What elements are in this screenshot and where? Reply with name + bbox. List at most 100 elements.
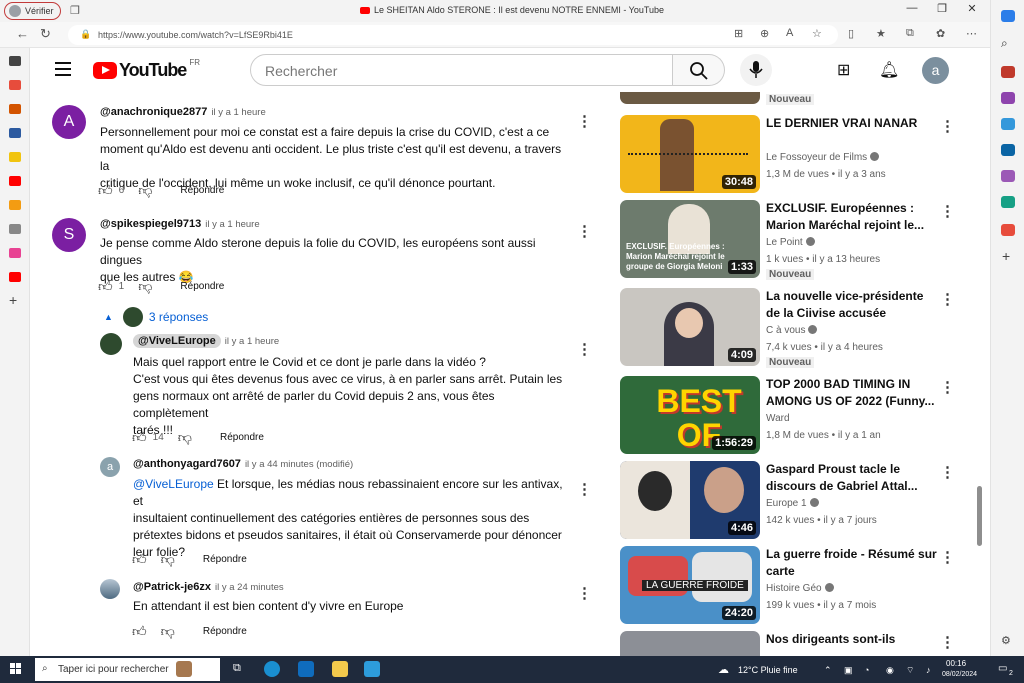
clock-time[interactable]: 00:16 [946, 659, 966, 668]
drop-icon[interactable] [1001, 196, 1015, 208]
video-menu-icon[interactable]: ⋮ [940, 548, 955, 566]
refresh-icon[interactable]: ↻ [40, 26, 51, 42]
reply-button[interactable]: Répondre [203, 554, 247, 565]
video-menu-icon[interactable]: ⋮ [940, 202, 955, 220]
store-icon[interactable] [364, 661, 380, 677]
video-title[interactable]: La nouvelle vice-présidente de la Ciivis… [766, 288, 938, 322]
comment-author[interactable]: @anachronique2877 il y a 1 heure [100, 106, 266, 118]
comment-menu-icon[interactable]: ⋮ [577, 340, 592, 358]
replies-toggle[interactable]: ▲ 3 réponses [104, 307, 208, 327]
dislike-icon[interactable]: 👎︎ [138, 182, 152, 199]
extensions-icon[interactable]: ✿ [936, 27, 945, 40]
close-button[interactable]: ✕ [958, 2, 986, 15]
dislike-icon[interactable]: 👎︎ [138, 278, 152, 295]
tab-icon[interactable] [9, 224, 21, 234]
video-title[interactable]: TOP 2000 BAD TIMING IN AMONG US OF 2022 … [766, 376, 938, 410]
video-thumbnail[interactable] [620, 92, 760, 104]
tab-icon[interactable] [9, 80, 21, 90]
video-thumbnail[interactable]: LA GUERRE FROIDE 24:20 [620, 546, 760, 624]
like-icon[interactable]: 👍︎ [98, 278, 113, 295]
favorite-star-icon[interactable]: ☆ [812, 27, 822, 40]
games-icon[interactable] [1001, 118, 1015, 130]
mention-link[interactable]: @ViveLEurope [133, 477, 214, 491]
video-thumbnail[interactable] [620, 631, 760, 656]
tab-icon[interactable] [9, 176, 21, 186]
split-screen-icon[interactable]: ▯ [848, 27, 854, 40]
new-tab-icon[interactable]: + [9, 292, 17, 308]
comment-menu-icon[interactable]: ⋮ [577, 222, 592, 240]
tab-icon[interactable] [9, 104, 21, 114]
dislike-icon[interactable]: 👎︎ [178, 429, 192, 446]
search-button[interactable] [673, 54, 725, 86]
mail-icon[interactable] [298, 661, 314, 677]
list-item[interactable]: Nouveau [620, 92, 990, 108]
taskbar-search-input[interactable]: ⌕ Taper ici pour rechercher [35, 658, 220, 681]
back-icon[interactable]: ← [16, 26, 29, 41]
video-thumbnail[interactable]: EXCLUSIF. Européennes : Marion Maréchal … [620, 200, 760, 278]
avatar[interactable] [100, 333, 122, 355]
zoom-icon[interactable]: ⊕ [760, 27, 769, 40]
video-menu-icon[interactable]: ⋮ [940, 117, 955, 135]
dislike-icon[interactable]: 👎︎ [161, 551, 175, 568]
video-title[interactable]: LE DERNIER VRAI NANAR [766, 115, 938, 132]
shopping-icon[interactable] [1001, 66, 1015, 78]
windows-start-icon[interactable] [10, 663, 22, 675]
comment-menu-icon[interactable]: ⋮ [577, 584, 592, 602]
comment-author[interactable]: @anthonyagard7607 il y a 44 minutes (modi… [133, 458, 353, 470]
avatar[interactable]: a [100, 457, 120, 477]
tray-app-icon[interactable]: ◔ [864, 665, 869, 675]
video-thumbnail[interactable]: 4:46 [620, 461, 760, 539]
list-item[interactable]: BEST OF 2022 1:56:29 TOP 2000 BAD TIMING… [620, 376, 990, 454]
reply-button[interactable]: Répondre [203, 626, 247, 637]
voice-search-button[interactable] [740, 54, 772, 86]
list-item[interactable]: 4:46 Gaspard Proust tacle le discours de… [620, 461, 990, 539]
app-icon[interactable]: ⊞ [734, 27, 743, 40]
list-item[interactable]: 4:09 La nouvelle vice-présidente de la C… [620, 288, 990, 368]
video-title[interactable]: Gaspard Proust tacle le discours de Gabr… [766, 461, 938, 495]
like-icon[interactable]: 👍︎ [98, 182, 113, 199]
video-thumbnail[interactable]: BEST OF 2022 1:56:29 [620, 376, 760, 454]
outlook-icon[interactable] [1001, 144, 1015, 156]
minimize-button[interactable]: — [898, 2, 926, 14]
video-menu-icon[interactable]: ⋮ [940, 378, 955, 396]
favorites-icon[interactable]: ★ [876, 27, 886, 40]
avatar[interactable] [100, 579, 120, 599]
volume-icon[interactable]: ♪ [926, 665, 931, 675]
tab-icon[interactable] [9, 152, 21, 162]
tray-chevron-icon[interactable]: ⌃ [824, 665, 832, 676]
create-video-icon[interactable]: ⊞ [837, 60, 850, 80]
comment-menu-icon[interactable]: ⋮ [577, 480, 592, 498]
list-item[interactable]: LA GUERRE FROIDE 24:20 La guerre froide … [620, 546, 990, 624]
search-input[interactable]: Rechercher [250, 54, 673, 86]
comment-menu-icon[interactable]: ⋮ [577, 112, 592, 130]
like-icon[interactable]: 👍︎ [132, 429, 147, 446]
video-menu-icon[interactable]: ⋮ [940, 633, 955, 651]
tab-icon[interactable] [9, 56, 21, 66]
youtube-logo[interactable]: YouTube FR [93, 58, 200, 81]
avatar[interactable]: S [52, 218, 86, 252]
video-thumbnail[interactable]: 30:48 [620, 115, 760, 193]
video-menu-icon[interactable]: ⋮ [940, 290, 955, 308]
wifi-icon[interactable]: ⌔ [906, 665, 914, 676]
add-sidebar-app-icon[interactable]: + [1002, 248, 1010, 264]
like-icon[interactable]: 👍︎ [132, 551, 147, 568]
video-thumbnail[interactable]: 4:09 [620, 288, 760, 366]
edge-taskbar-icon[interactable] [264, 661, 280, 677]
url-field[interactable]: 🔒 https://www.youtube.com/watch?v=LfSE9R… [68, 25, 838, 45]
list-item[interactable]: 30:48 LE DERNIER VRAI NANAR Le Fossoyeur… [620, 115, 990, 193]
tab-icon[interactable] [9, 128, 21, 138]
more-menu-icon[interactable]: ⋯ [966, 27, 977, 40]
copilot-icon[interactable] [1001, 10, 1015, 22]
scrollbar-thumb[interactable] [977, 486, 982, 546]
reply-button[interactable]: Répondre [180, 185, 224, 196]
sidebar-settings-icon[interactable]: ⚙ [1001, 634, 1011, 647]
maximize-button[interactable]: ❐ [928, 2, 956, 15]
channel-name[interactable]: C à vous [766, 325, 818, 336]
channel-name[interactable]: Ward [766, 413, 790, 424]
file-explorer-icon[interactable] [332, 661, 348, 677]
video-title[interactable]: La guerre froide - Résumé sur carte [766, 546, 938, 580]
video-title[interactable]: EXCLUSIF. Européennes : Marion Maréchal … [766, 200, 938, 234]
hamburger-menu-icon[interactable] [55, 62, 71, 80]
task-view-icon[interactable]: ⧉ [233, 662, 241, 675]
tray-app-icon[interactable]: ▣ [844, 665, 853, 676]
